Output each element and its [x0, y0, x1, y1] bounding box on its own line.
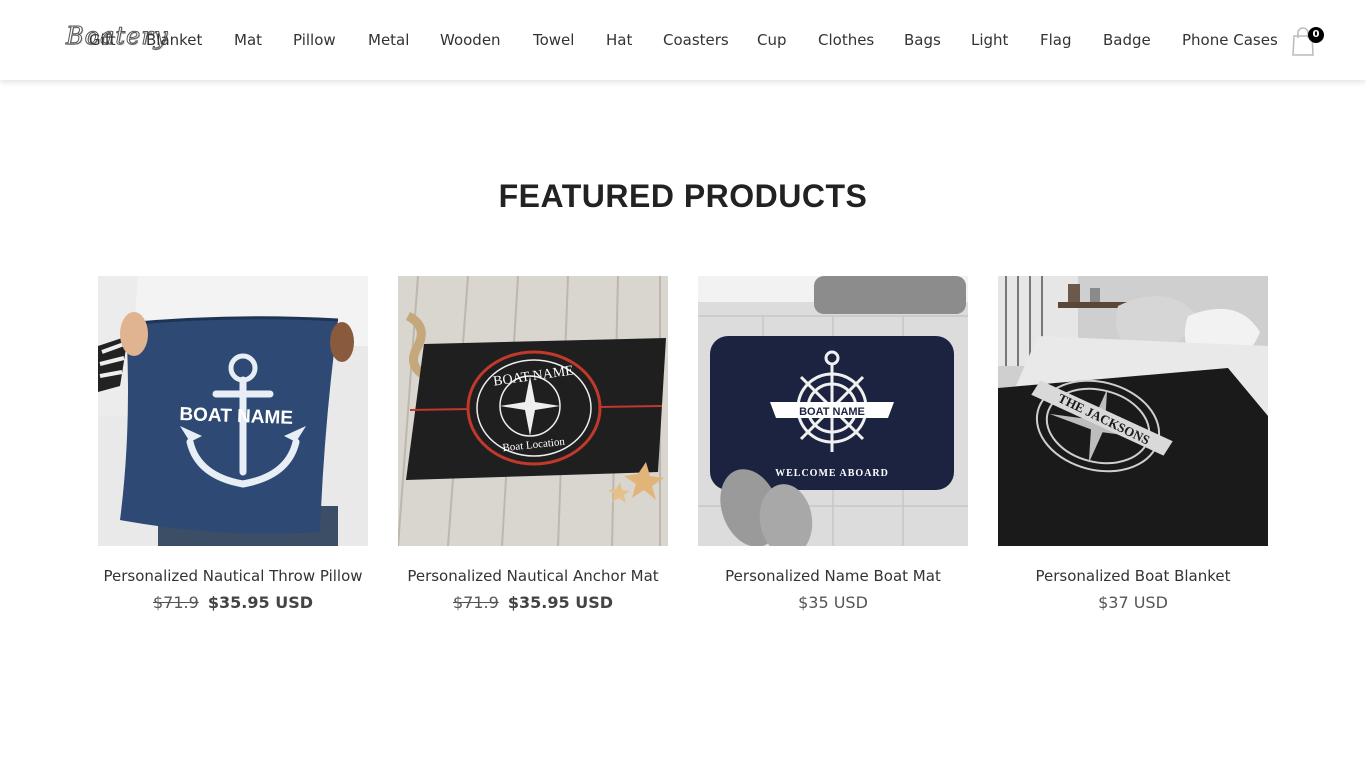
nav-bags[interactable]: Bags — [904, 29, 971, 51]
boat-mat-print-text: BOAT NAME — [799, 406, 865, 418]
nav-blanket[interactable]: Blanket — [146, 29, 234, 51]
nav-pillow[interactable]: Pillow — [293, 29, 368, 51]
nav-metal[interactable]: Metal — [368, 29, 440, 51]
pillow-print-text: BOAT NAME — [179, 404, 293, 429]
original-price: $71.9 — [452, 593, 499, 612]
nav-badge[interactable]: Badge — [1103, 29, 1182, 51]
nav-cup[interactable]: Cup — [757, 29, 818, 51]
nav-towel[interactable]: Towel — [533, 29, 606, 51]
product-card[interactable]: THE JACKSONS Personalized Boat Blanket $… — [998, 276, 1268, 612]
regular-price: $35 USD — [798, 593, 868, 612]
product-image-boat-mat[interactable]: BOAT NAME WELCOME ABOARD — [698, 276, 968, 546]
nav-light[interactable]: Light — [971, 29, 1040, 51]
nav-mat[interactable]: Mat — [234, 29, 293, 51]
nav-phone-cases[interactable]: Phone Cases — [1182, 29, 1282, 51]
nav-flag[interactable]: Flag — [1040, 29, 1103, 51]
product-image-anchor-mat[interactable]: BOAT NAME Boat Location — [398, 276, 668, 546]
nav-clothes[interactable]: Clothes — [818, 29, 904, 51]
nav-coasters[interactable]: Coasters — [663, 29, 757, 51]
product-title[interactable]: Personalized Boat Blanket — [998, 567, 1268, 585]
boat-mat-print-subtext: WELCOME ABOARD — [775, 468, 889, 479]
product-image-blanket[interactable]: THE JACKSONS — [998, 276, 1268, 546]
product-price: $71.9 $35.95 USD — [98, 593, 368, 612]
nav-wooden[interactable]: Wooden — [440, 29, 533, 51]
cart-count-badge: 0 — [1308, 27, 1324, 43]
product-card[interactable]: BOAT NAME WELCOME ABOARD Personalized Na… — [698, 276, 968, 612]
product-title[interactable]: Personalized Nautical Anchor Mat — [398, 567, 668, 585]
nav-hat[interactable]: Hat — [606, 29, 663, 51]
product-title[interactable]: Personalized Nautical Throw Pillow — [98, 567, 368, 585]
product-price: $71.9 $35.95 USD — [398, 593, 668, 612]
product-price: $37 USD — [998, 593, 1268, 612]
sale-price: $35.95 USD — [507, 593, 613, 612]
original-price: $71.9 — [152, 593, 199, 612]
regular-price: $37 USD — [1098, 593, 1168, 612]
product-title[interactable]: Personalized Name Boat Mat — [698, 567, 968, 585]
product-image-pillow[interactable]: BOAT NAME — [98, 276, 368, 546]
site-header: Boatery Gift Blanket Mat Pillow Metal Wo… — [0, 0, 1366, 80]
product-card[interactable]: BOAT NAME Personalized Nautical Throw Pi… — [98, 276, 368, 612]
product-price: $35 USD — [698, 593, 968, 612]
section-title: FEATURED PRODUCTS — [498, 178, 868, 214]
product-card[interactable]: BOAT NAME Boat Location Personalized Nau… — [398, 276, 668, 612]
nav-gift[interactable]: Gift — [89, 29, 146, 51]
main-nav: Gift Blanket Mat Pillow Metal Wooden Tow… — [89, 29, 1282, 51]
sale-price: $35.95 USD — [207, 593, 313, 612]
